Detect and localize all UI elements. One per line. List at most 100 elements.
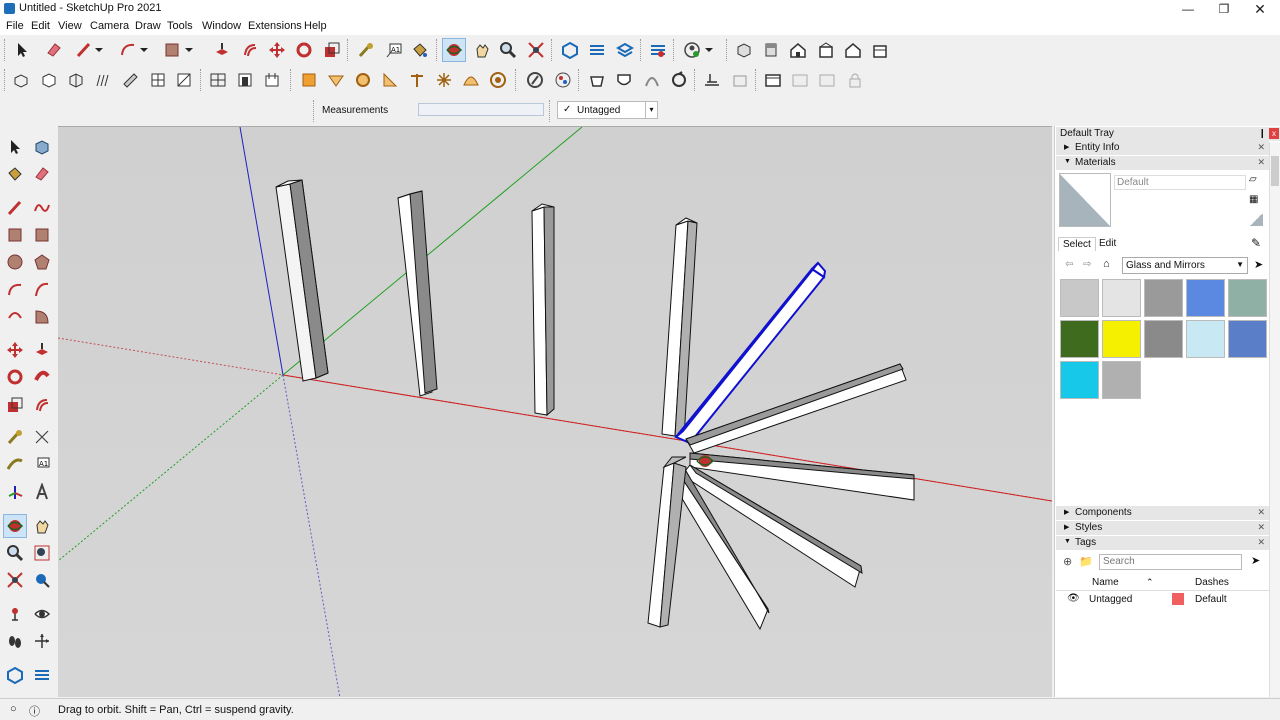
material-swatch[interactable] bbox=[1144, 320, 1183, 358]
zoom-extents-icon[interactable] bbox=[524, 38, 548, 62]
extension-manager-icon[interactable] bbox=[646, 38, 670, 62]
section-cut-icon[interactable] bbox=[233, 68, 257, 92]
toolbar-grip[interactable] bbox=[726, 39, 728, 61]
toolbar-grip[interactable] bbox=[578, 69, 580, 91]
chevron-down-icon[interactable]: ▾ bbox=[645, 102, 657, 118]
pot-icon[interactable] bbox=[585, 68, 609, 92]
section-fill-icon[interactable] bbox=[260, 68, 284, 92]
circle-tool-icon[interactable] bbox=[3, 250, 27, 274]
panel-styles[interactable]: ▶ Styles ✕ bbox=[1056, 521, 1269, 535]
menu-help[interactable]: Help bbox=[304, 20, 327, 32]
minimize-button[interactable]: — bbox=[1170, 0, 1206, 18]
protractor-icon[interactable] bbox=[3, 452, 27, 476]
toolbar-grip[interactable] bbox=[4, 69, 6, 91]
model-scene[interactable] bbox=[58, 127, 1052, 697]
menu-extensions[interactable]: Extensions bbox=[248, 20, 302, 32]
add-tag-folder-icon[interactable]: 📁 bbox=[1079, 555, 1093, 568]
material-swatch[interactable] bbox=[1102, 361, 1141, 399]
text-tool-icon[interactable]: A1 bbox=[382, 38, 406, 62]
rotate-tool-icon[interactable] bbox=[3, 365, 27, 389]
zoom-extents-icon[interactable] bbox=[3, 568, 27, 592]
menu-file[interactable]: File bbox=[6, 20, 24, 32]
material-name-field[interactable]: Default bbox=[1114, 175, 1246, 190]
zoom-icon[interactable] bbox=[496, 38, 520, 62]
rectangle-tool-icon[interactable] bbox=[160, 38, 184, 62]
toolbar-grip[interactable] bbox=[290, 69, 292, 91]
details-arrow-icon[interactable]: ➤ bbox=[1251, 554, 1260, 567]
top-view-icon[interactable] bbox=[759, 38, 783, 62]
explode-icon[interactable] bbox=[432, 68, 456, 92]
material-swatch[interactable] bbox=[1228, 279, 1267, 317]
material-swatch[interactable] bbox=[1060, 361, 1099, 399]
paint-bucket-icon[interactable] bbox=[408, 38, 432, 62]
reset-icon[interactable] bbox=[667, 68, 691, 92]
column-dashes[interactable]: Dashes bbox=[1195, 577, 1229, 588]
tab-edit[interactable]: Edit bbox=[1095, 237, 1120, 250]
xray-icon[interactable] bbox=[9, 68, 33, 92]
extension-warehouse-icon[interactable] bbox=[30, 663, 54, 687]
scene-icon[interactable] bbox=[761, 68, 785, 92]
pie-tool-icon[interactable] bbox=[30, 305, 54, 329]
chevron-down-icon[interactable] bbox=[92, 38, 106, 62]
info-icon[interactable]: ⓘ bbox=[29, 703, 40, 719]
tags-search-input[interactable]: Search bbox=[1099, 554, 1242, 570]
toolbar-grip[interactable] bbox=[673, 39, 675, 61]
push-pull-icon[interactable] bbox=[30, 338, 54, 362]
home-icon[interactable]: ⌂ bbox=[1103, 258, 1110, 270]
zoom-icon[interactable] bbox=[3, 541, 27, 565]
tray-close-button[interactable]: x bbox=[1269, 128, 1279, 139]
back-arrow-icon[interactable]: ⇦ bbox=[1065, 259, 1073, 270]
tape-measure-icon[interactable] bbox=[3, 425, 27, 449]
line-tool-icon[interactable] bbox=[3, 196, 27, 220]
circle-tool-icon[interactable] bbox=[351, 68, 375, 92]
add-tag-icon[interactable]: ⊕ bbox=[1063, 555, 1072, 568]
toolbar-grip[interactable] bbox=[755, 69, 757, 91]
scrollbar-thumb[interactable] bbox=[1271, 156, 1279, 186]
menu-draw[interactable]: Draw bbox=[135, 20, 161, 32]
material-swatch[interactable] bbox=[1060, 279, 1099, 317]
iso-view-icon[interactable] bbox=[732, 38, 756, 62]
eraser-icon[interactable] bbox=[30, 162, 54, 186]
select-tool-icon[interactable] bbox=[10, 38, 34, 62]
polygon-tool-icon[interactable] bbox=[30, 250, 54, 274]
user-account-icon[interactable] bbox=[680, 38, 704, 62]
text-tool-icon[interactable]: A1 bbox=[30, 452, 54, 476]
pan-tool-icon[interactable] bbox=[470, 38, 494, 62]
protractor-icon[interactable] bbox=[378, 68, 402, 92]
target-icon[interactable] bbox=[486, 68, 510, 92]
rotate-tool-icon[interactable] bbox=[292, 38, 316, 62]
scene-update-icon[interactable] bbox=[815, 68, 839, 92]
styles-icon[interactable] bbox=[523, 68, 547, 92]
close-icon[interactable]: ✕ bbox=[1257, 537, 1265, 548]
back-view-icon[interactable] bbox=[841, 38, 865, 62]
menu-view[interactable]: View bbox=[58, 20, 82, 32]
chevron-down-icon[interactable] bbox=[137, 38, 151, 62]
section-plane-icon[interactable] bbox=[30, 629, 54, 653]
pan-tool-icon[interactable] bbox=[30, 514, 54, 538]
freehand-icon[interactable] bbox=[30, 196, 54, 220]
create-material-icon[interactable]: ▱ bbox=[1249, 174, 1257, 185]
column-name[interactable]: Name bbox=[1092, 577, 1119, 588]
material-swatch[interactable] bbox=[1102, 279, 1141, 317]
material-swatch[interactable] bbox=[1060, 320, 1099, 358]
toolbar-grip[interactable] bbox=[640, 39, 642, 61]
pin-icon[interactable]: ❙ bbox=[1258, 128, 1266, 139]
modeling-viewport[interactable] bbox=[58, 126, 1052, 697]
lock-icon[interactable] bbox=[843, 68, 867, 92]
measurements-input[interactable] bbox=[418, 103, 544, 116]
monochrome-icon[interactable] bbox=[172, 68, 196, 92]
make-component-icon[interactable] bbox=[30, 135, 54, 159]
menu-window[interactable]: Window bbox=[202, 20, 241, 32]
panel-tags[interactable]: ▼ Tags ✕ bbox=[1056, 536, 1269, 550]
default-material-icon[interactable] bbox=[1249, 214, 1263, 226]
paint-bucket-icon[interactable] bbox=[3, 162, 27, 186]
orbit-tool-icon[interactable] bbox=[442, 38, 466, 62]
toolbar-grip[interactable] bbox=[200, 69, 202, 91]
look-around-icon[interactable] bbox=[30, 602, 54, 626]
material-swatch[interactable] bbox=[1186, 320, 1225, 358]
textured-icon[interactable] bbox=[146, 68, 170, 92]
stamp-icon[interactable] bbox=[728, 68, 752, 92]
left-view-icon[interactable] bbox=[868, 38, 892, 62]
palette-icon[interactable] bbox=[551, 68, 575, 92]
panel-materials[interactable]: ▼ Materials ✕ bbox=[1056, 156, 1269, 170]
